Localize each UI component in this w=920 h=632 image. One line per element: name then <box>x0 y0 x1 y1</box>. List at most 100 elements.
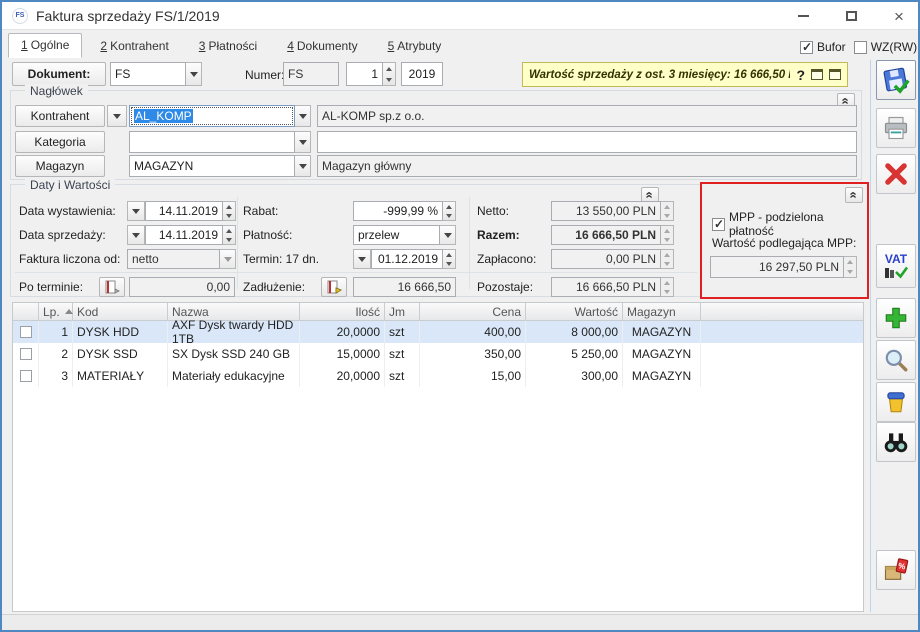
collapse-mpp-button[interactable] <box>845 187 863 203</box>
data-wystawienia-input[interactable]: 14.11.2019 <box>145 201 223 221</box>
cancel-button[interactable] <box>876 154 916 194</box>
kategoria-name-field[interactable] <box>317 131 857 153</box>
spinner-arrows[interactable] <box>223 225 236 245</box>
dokument-button[interactable]: Dokument: <box>12 62 106 86</box>
platnosc-combo[interactable]: przelew <box>353 225 456 245</box>
tab-dokumenty[interactable]: 4Dokumenty <box>275 35 369 58</box>
calendar-dropdown-icon[interactable] <box>127 225 145 245</box>
magazyn-combo[interactable]: MAGAZYN <box>129 155 311 177</box>
close-button[interactable]: × <box>888 5 910 27</box>
data-sprzedazy-control[interactable]: 14.11.2019 <box>127 225 236 245</box>
close-icon: × <box>894 8 904 25</box>
tab-ogolne[interactable]: 1Ogólne <box>8 33 82 58</box>
kategoria-combo[interactable] <box>129 131 311 153</box>
table-header: Lp. Kod Nazwa Ilość Jm Cena Wartość Maga… <box>13 303 863 321</box>
kontrahent-code-combo[interactable]: AL_KOMP <box>129 105 311 127</box>
status-bar <box>2 614 918 630</box>
vat-label: VAT <box>885 253 907 265</box>
mpp-checkbox[interactable] <box>712 218 725 231</box>
numer-spinner[interactable]: 1 <box>346 62 396 86</box>
help-icon[interactable]: ? <box>796 67 805 83</box>
pozostaje-field: 16 666,50 PLN <box>551 277 674 297</box>
chevron-down-icon[interactable] <box>295 155 311 177</box>
binoculars-icon <box>882 429 910 455</box>
zaplacono-field: 0,00 PLN <box>551 249 674 269</box>
delete-item-button[interactable] <box>876 382 916 422</box>
save-button[interactable] <box>876 60 916 100</box>
zadluzenie-ledger-button[interactable] <box>321 277 347 297</box>
header-wartosc[interactable]: Wartość <box>526 303 623 320</box>
kontrahent-split-arrow-button[interactable] <box>107 105 127 127</box>
data-wystawienia-control[interactable]: 14.11.2019 <box>127 201 236 221</box>
header-magazyn[interactable]: Magazyn <box>623 303 701 320</box>
table-row[interactable]: 2 DYSK SSD SX Dysk SSD 240 GB 15,0000 sz… <box>13 343 863 365</box>
row-checkbox[interactable] <box>20 348 32 360</box>
dokument-type-combo[interactable]: FS <box>110 62 202 86</box>
spinner-arrows <box>661 201 674 221</box>
kategoria-input[interactable] <box>129 131 295 153</box>
data-sprzedazy-input[interactable]: 14.11.2019 <box>145 225 223 245</box>
popup-window-icon[interactable] <box>811 69 823 80</box>
magazyn-input[interactable]: MAGAZYN <box>129 155 295 177</box>
discounts-button[interactable]: % <box>876 550 916 590</box>
termin-input[interactable]: 01.12.2019 <box>371 249 443 269</box>
numer-year-field[interactable]: 2019 <box>401 62 443 86</box>
rabat-control[interactable]: -999,99 % <box>353 201 456 221</box>
calendar-dropdown-icon[interactable] <box>353 249 371 269</box>
detach-window-icon[interactable] <box>829 69 841 80</box>
magazyn-name-field: Magazyn główny <box>317 155 857 177</box>
liczona-label: Faktura liczona od: <box>19 252 120 266</box>
header-cena[interactable]: Cena <box>420 303 526 320</box>
row-checkbox[interactable] <box>20 326 32 338</box>
chevron-down-icon[interactable] <box>295 105 311 127</box>
table-row[interactable]: 3 MATERIAŁY Materiały edukacyjne 20,0000… <box>13 365 863 387</box>
netto-field: 13 550,00 PLN <box>551 201 674 221</box>
magazyn-button[interactable]: Magazyn <box>15 155 105 177</box>
add-item-button[interactable] <box>876 298 916 338</box>
vat-check-icon <box>883 265 909 279</box>
header-kod[interactable]: Kod <box>73 303 168 320</box>
chevron-down-icon[interactable] <box>186 62 202 86</box>
rabat-input[interactable]: -999,99 % <box>353 201 443 221</box>
po-terminie-label: Po terminie: <box>19 280 83 294</box>
bufor-checkbox[interactable] <box>800 41 813 54</box>
chevron-down-icon[interactable] <box>295 131 311 153</box>
spinner-arrows[interactable] <box>443 249 456 269</box>
spinner-arrows[interactable] <box>223 201 236 221</box>
chevron-down-icon[interactable] <box>440 225 456 245</box>
kontrahent-name-field: AL-KOMP sp.z o.o. <box>317 105 857 127</box>
po-terminie-ledger-button[interactable] <box>99 277 125 297</box>
wz-checkbox-group[interactable]: WZ(RW) <box>854 40 917 54</box>
spinner-arrows[interactable] <box>383 62 396 86</box>
find-item-button[interactable] <box>876 422 916 462</box>
header-ilosc[interactable]: Ilość <box>300 303 385 320</box>
kontrahent-code-input[interactable]: AL_KOMP <box>129 105 295 127</box>
print-button[interactable] <box>876 108 916 148</box>
calendar-dropdown-icon[interactable] <box>127 201 145 221</box>
edit-item-button[interactable] <box>876 340 916 380</box>
sort-asc-icon <box>65 305 73 314</box>
vat-registry-button[interactable]: VAT <box>876 244 916 288</box>
maximize-button[interactable] <box>840 5 862 27</box>
tab-atrybuty[interactable]: 5Atrybuty <box>376 35 454 58</box>
minimize-button[interactable] <box>792 5 814 27</box>
termin-control[interactable]: 01.12.2019 <box>353 249 456 269</box>
data-sprzedazy-label: Data sprzedaży: <box>19 228 106 242</box>
tab-kontrahent[interactable]: 2Kontrahent <box>88 35 180 58</box>
table-row[interactable]: 1 DYSK HDD AXF Dysk twardy HDD 1TB 20,00… <box>13 321 863 343</box>
kontrahent-button[interactable]: Kontrahent <box>15 105 105 127</box>
spinner-arrows <box>661 277 674 297</box>
window-title: Faktura sprzedaży FS/1/2019 <box>36 8 220 24</box>
bufor-checkbox-group[interactable]: Bufor <box>800 40 846 54</box>
header-jm[interactable]: Jm <box>385 303 420 320</box>
mpp-checkbox-group[interactable]: MPP - podzielona płatność <box>712 210 867 238</box>
chevron-down-icon <box>220 249 236 269</box>
kategoria-button[interactable]: Kategoria <box>15 131 105 153</box>
window-controls: × <box>792 2 910 30</box>
row-checkbox[interactable] <box>20 370 32 382</box>
header-lp[interactable]: Lp. <box>39 303 73 320</box>
spinner-arrows[interactable] <box>443 201 456 221</box>
tab-platnosci[interactable]: 3Płatności <box>187 35 269 58</box>
wz-checkbox[interactable] <box>854 41 867 54</box>
netto-label: Netto: <box>477 204 509 218</box>
